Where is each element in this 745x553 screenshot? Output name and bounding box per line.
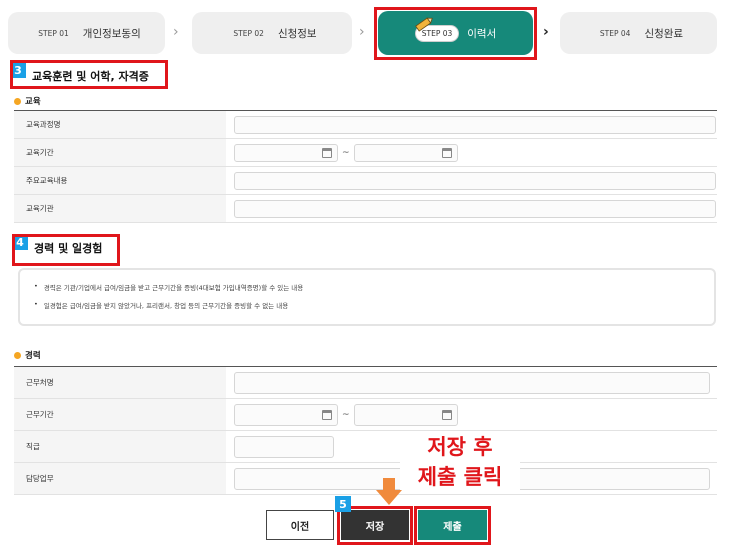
education-content-input[interactable] — [234, 171, 716, 190]
calendar-icon[interactable] — [441, 409, 452, 420]
annotation-line-2: 제출 클릭 — [417, 465, 503, 489]
work-start-date-input[interactable] — [234, 403, 338, 426]
education-institution-label: 교육기관 — [14, 195, 226, 222]
position-label: 직급 — [14, 431, 226, 462]
step-1-label: 개인정보동의 — [82, 27, 141, 40]
course-name-label: 교육과정명 — [14, 111, 226, 138]
notice-item: 일경험은 급여/임금을 받지 않았거나, 프리랜서, 창업 등의 근무기간을 증… — [34, 300, 700, 310]
annotation-line-1: 저장 후 — [427, 435, 493, 459]
bullet-dot-icon — [14, 351, 21, 359]
step-4[interactable]: STEP 04 신청완료 — [560, 12, 717, 54]
step-1[interactable]: STEP 01 개인정보동의 — [8, 12, 165, 54]
submit-button[interactable]: 제출 — [418, 510, 487, 540]
work-period-label: 근무기간 — [14, 399, 226, 430]
chevron-right-icon: › — [173, 24, 179, 40]
step-1-pill: STEP 01 — [38, 28, 69, 38]
career-title-text: 경력 — [25, 351, 41, 361]
education-table: 교육과정명 교육기간 ~ 주요교육내용 교육기관 — [14, 110, 717, 223]
instruction-annotation: 저장 후 제출 클릭 — [400, 432, 520, 492]
education-content-label: 주요교육내용 — [14, 167, 226, 194]
chevron-right-icon: › — [359, 24, 365, 40]
step-5-badge: 5 — [335, 496, 351, 512]
career-row: 근무처명 — [14, 367, 717, 399]
course-name-input[interactable] — [234, 115, 716, 134]
step-4-pill: STEP 04 — [599, 28, 631, 38]
step-3-highlight — [374, 7, 537, 60]
education-title-text: 교육 — [25, 97, 41, 107]
career-table: 근무처명 근무기간 ~ 직급 담당업무 — [14, 366, 717, 495]
education-end-date-input[interactable] — [353, 143, 458, 162]
work-end-date-input[interactable] — [353, 403, 458, 426]
chevron-right-icon: › — [543, 24, 549, 40]
calendar-icon[interactable] — [322, 147, 332, 158]
notice-box: 경력은 기관/기업에서 급여/임금을 받고 근무기간을 증빙(4대보험 가입내역… — [18, 268, 716, 326]
education-start-date-input[interactable] — [234, 143, 338, 162]
step-2[interactable]: STEP 02 신청정보 — [192, 12, 352, 54]
education-period-label: 교육기간 — [14, 139, 226, 166]
duties-label: 담당업무 — [14, 463, 226, 494]
education-row: 주요교육내용 — [14, 167, 717, 195]
prev-button[interactable]: 이전 — [266, 510, 334, 540]
date-separator: ~ — [342, 409, 350, 420]
bullet-dot-icon — [14, 97, 21, 105]
position-input[interactable] — [234, 435, 334, 458]
arrow-down-icon — [376, 478, 402, 505]
career-row: 담당업무 — [14, 463, 717, 495]
education-row: 교육기간 ~ — [14, 139, 717, 167]
notice-item: 경력은 기관/기업에서 급여/임금을 받고 근무기간을 증빙(4대보험 가입내역… — [34, 282, 700, 292]
career-row: 근무기간 ~ — [14, 399, 717, 431]
section-4-title: 경력 및 일경험 — [34, 242, 103, 255]
section-3-title: 교육훈련 및 어학, 자격증 — [32, 70, 149, 83]
step-2-pill: STEP 02 — [233, 28, 264, 38]
education-row: 교육과정명 — [14, 111, 717, 139]
step-4-label: 신청완료 — [644, 27, 684, 40]
career-row: 직급 — [14, 431, 717, 463]
calendar-icon[interactable] — [322, 409, 332, 420]
education-title: 교육 — [14, 95, 41, 107]
date-separator: ~ — [342, 147, 350, 158]
save-button[interactable]: 저장 — [341, 510, 409, 540]
calendar-icon[interactable] — [441, 147, 452, 158]
step-2-label: 신청정보 — [277, 27, 317, 40]
career-title: 경력 — [14, 349, 41, 361]
education-row: 교육기관 — [14, 195, 717, 223]
company-name-input[interactable] — [234, 371, 710, 394]
education-institution-input[interactable] — [234, 199, 716, 218]
company-name-label: 근무처명 — [14, 367, 226, 398]
